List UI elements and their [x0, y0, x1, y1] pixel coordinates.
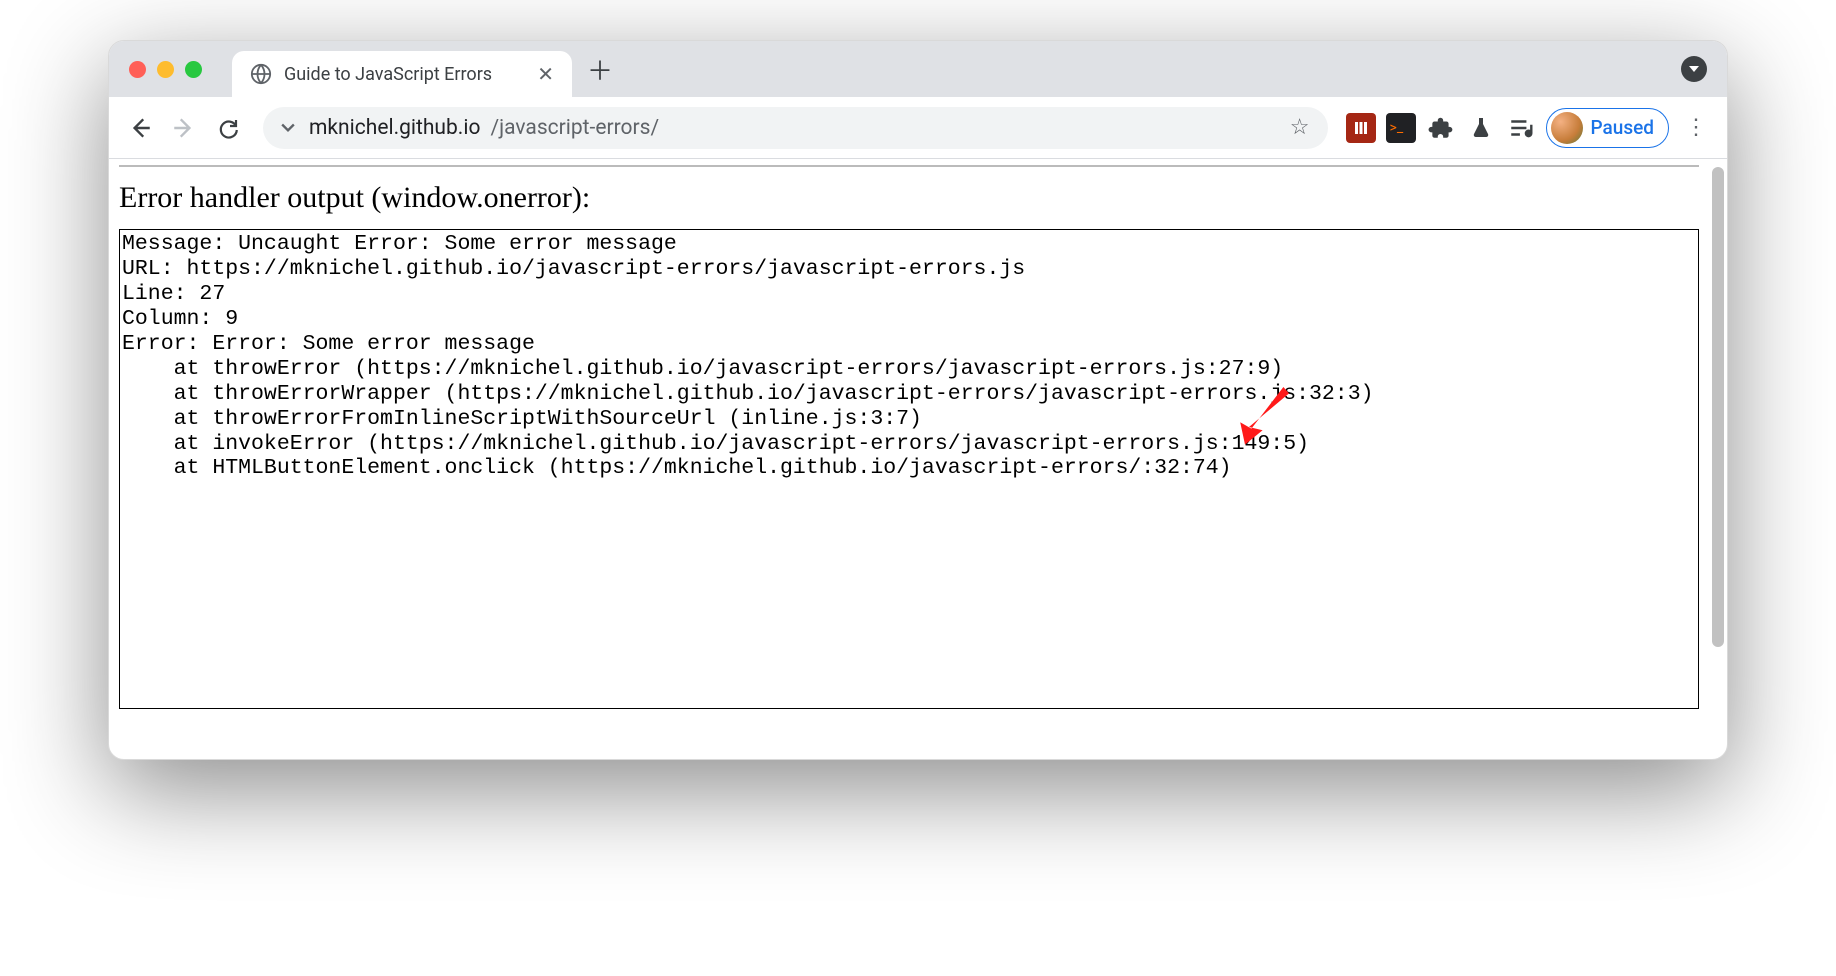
new-tab-button[interactable]: ＋: [582, 51, 618, 87]
bookmark-star-icon[interactable]: ☆: [1290, 115, 1310, 140]
labs-icon[interactable]: [1466, 113, 1496, 143]
avatar: [1551, 112, 1583, 144]
extension-icon-1[interactable]: [1346, 113, 1376, 143]
window-minimize-button[interactable]: [157, 61, 174, 78]
error-output-box: Message: Uncaught Error: Some error mess…: [119, 229, 1699, 709]
window-controls: [129, 61, 202, 78]
scrollbar-thumb[interactable]: [1712, 167, 1724, 647]
window-zoom-button[interactable]: [185, 61, 202, 78]
window-close-button[interactable]: [129, 61, 146, 78]
browser-menu-button[interactable]: ⋮: [1679, 115, 1713, 140]
extension-icon-2[interactable]: >_: [1386, 113, 1416, 143]
extensions-menu-icon[interactable]: [1426, 113, 1456, 143]
url-path: /javascript-errors/: [490, 116, 659, 140]
page-heading: Error handler output (window.onerror):: [119, 181, 1699, 215]
site-info-button[interactable]: [281, 123, 295, 133]
tab-title: Guide to JavaScript Errors: [284, 64, 492, 85]
browser-window: Guide to JavaScript Errors ✕ ＋: [108, 40, 1728, 760]
media-control-icon[interactable]: [1506, 113, 1536, 143]
tab-search-button[interactable]: [1681, 56, 1707, 82]
page-content: Error handler output (window.onerror): M…: [109, 159, 1709, 759]
back-button[interactable]: [123, 111, 157, 145]
profile-chip[interactable]: Paused: [1546, 108, 1670, 148]
browser-toolbar: mknichel.github.io/javascript-errors/ ☆ …: [109, 97, 1727, 159]
tab-close-button[interactable]: ✕: [537, 64, 554, 84]
reload-button[interactable]: [211, 111, 245, 145]
viewport: Error handler output (window.onerror): M…: [109, 159, 1727, 759]
tab-strip: Guide to JavaScript Errors ✕ ＋: [109, 41, 1727, 97]
profile-status: Paused: [1591, 116, 1655, 139]
vertical-scrollbar[interactable]: [1709, 159, 1727, 759]
divider: [119, 165, 1699, 167]
globe-icon: [250, 63, 272, 85]
forward-button[interactable]: [167, 111, 201, 145]
url-host: mknichel.github.io: [309, 116, 480, 140]
browser-tab[interactable]: Guide to JavaScript Errors ✕: [232, 51, 572, 97]
address-bar[interactable]: mknichel.github.io/javascript-errors/ ☆: [263, 107, 1328, 149]
